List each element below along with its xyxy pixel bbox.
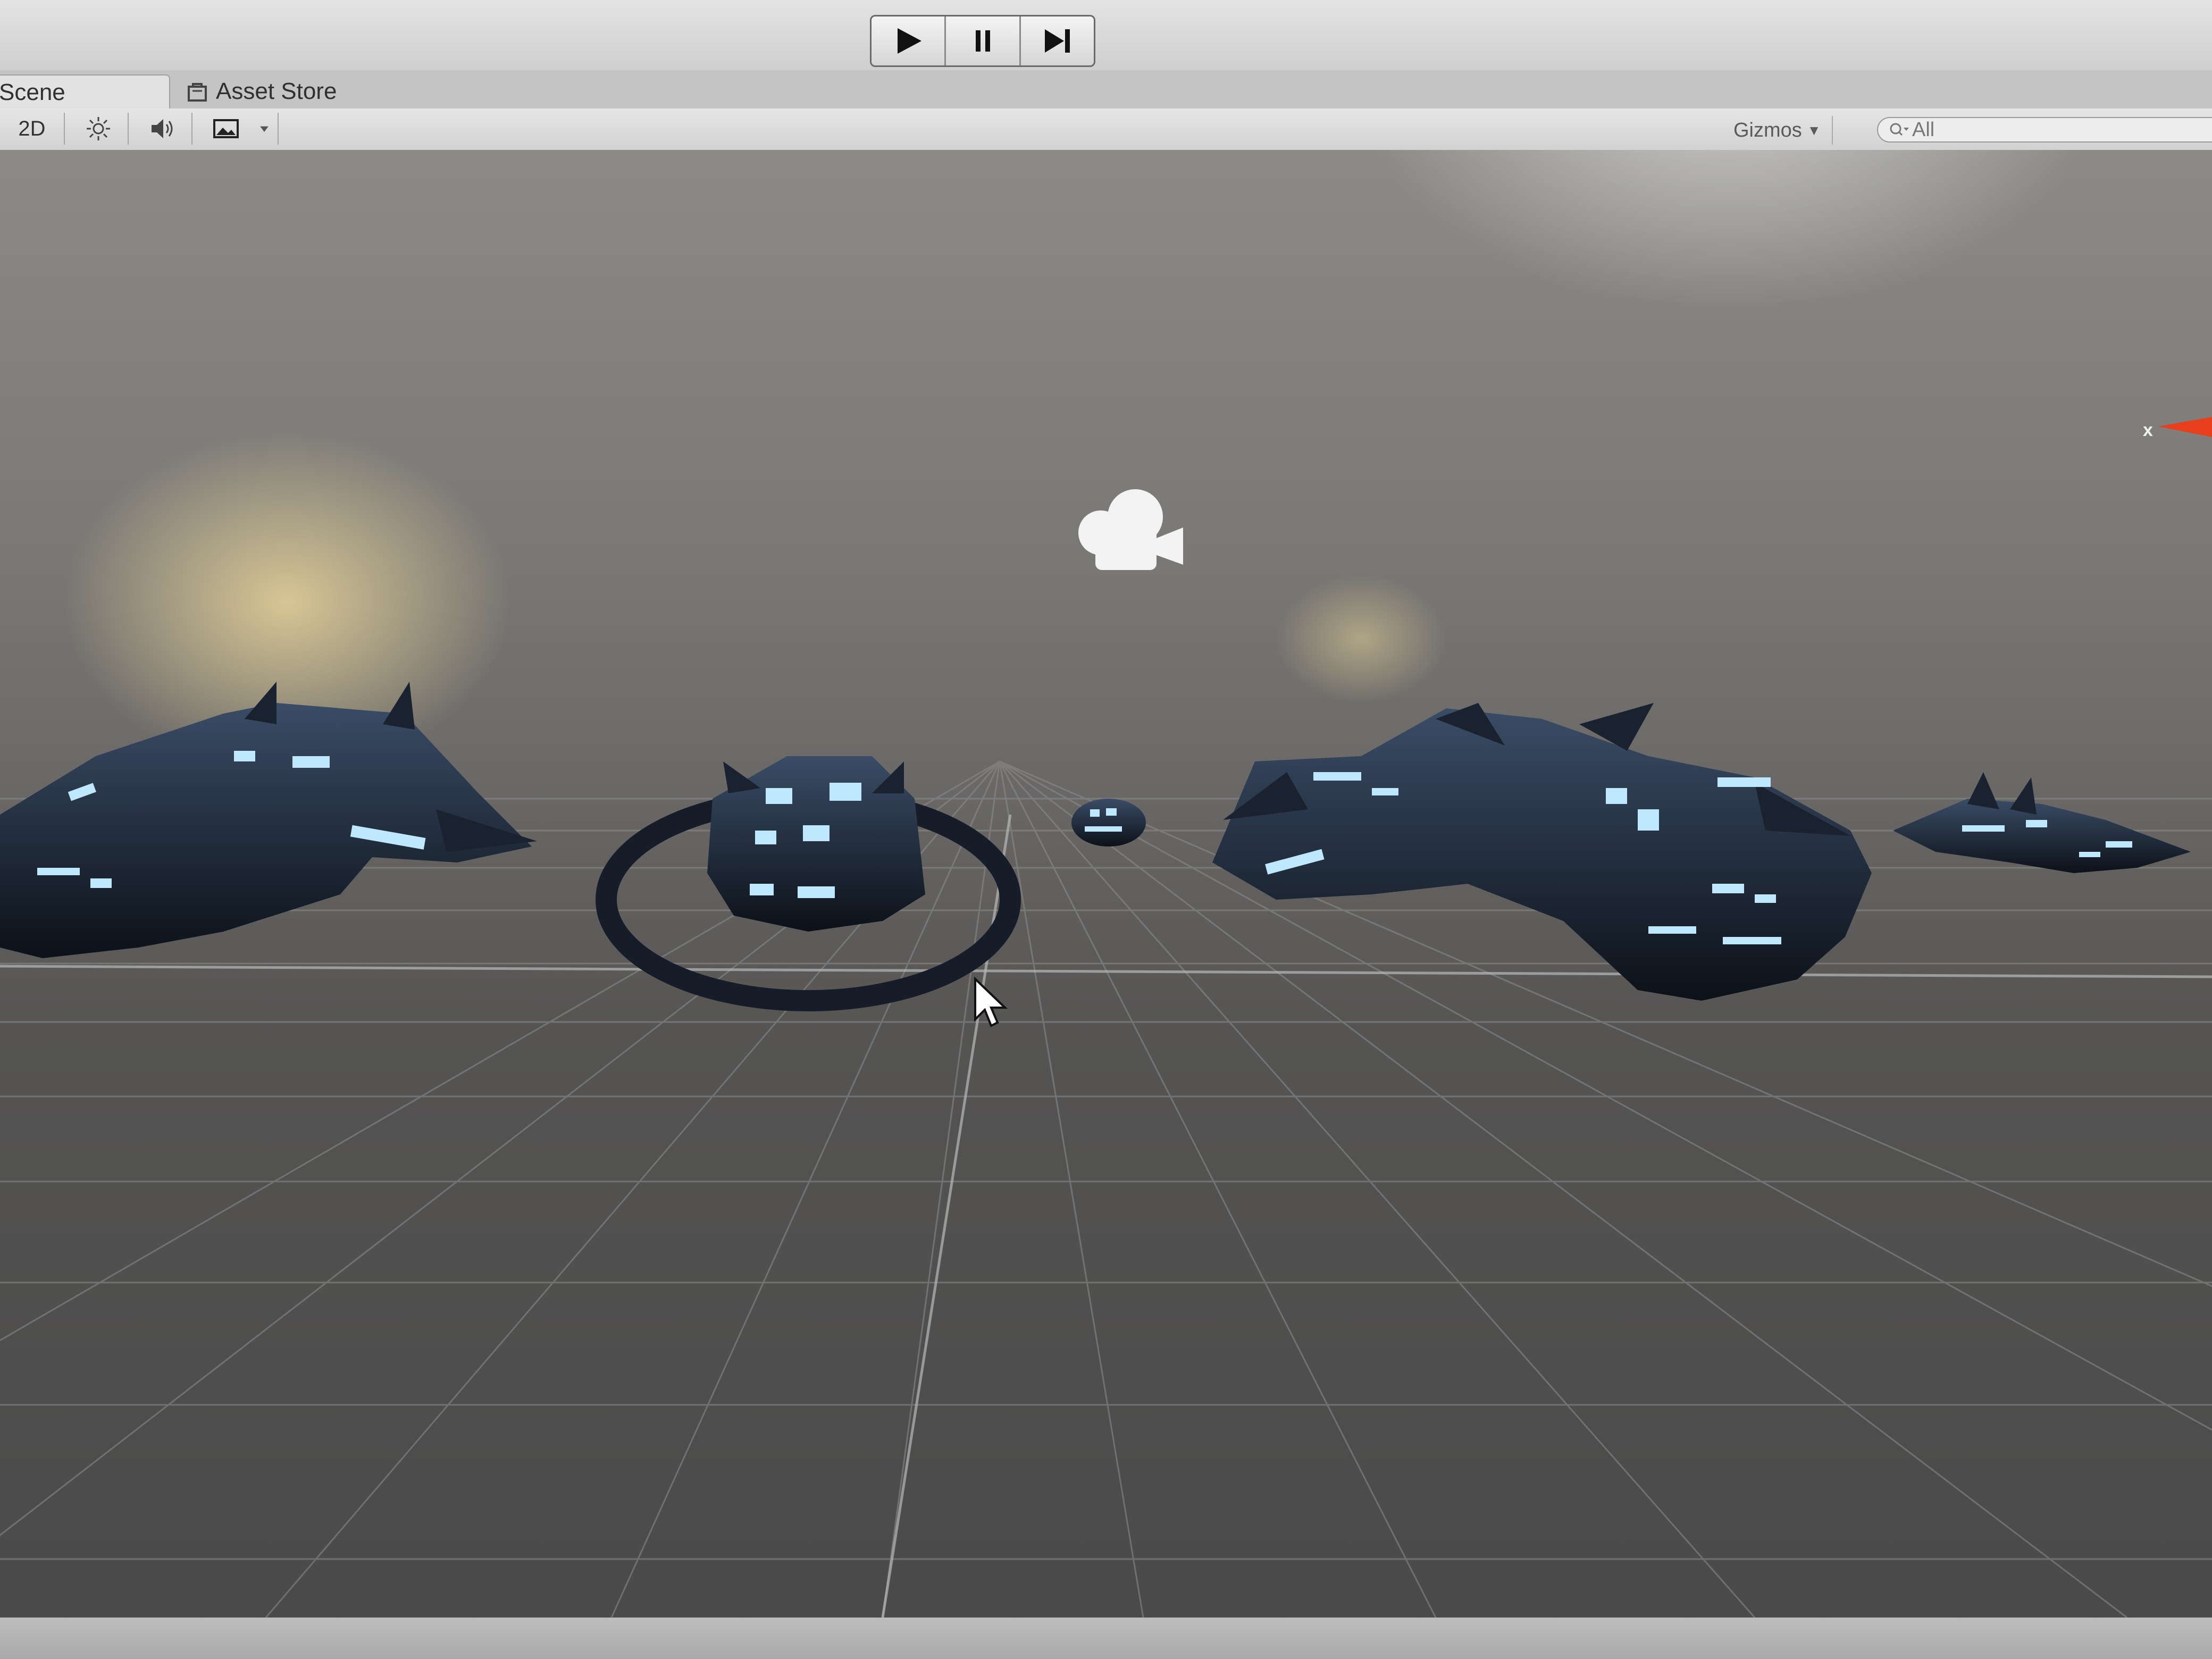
screen-glare — [1276, 575, 1446, 703]
orientation-gizmo[interactable]: x — [2143, 410, 2212, 474]
window-tabs: Scene Asset Store — [0, 70, 2212, 110]
gizmos-dropdown[interactable]: Gizmos ▼ — [1733, 116, 1833, 145]
pause-icon — [975, 30, 990, 52]
shopping-bag-icon — [188, 83, 207, 102]
bottom-bezel — [0, 1618, 2212, 1659]
tab-scene[interactable]: Scene — [0, 74, 170, 110]
spaceship-4[interactable] — [1212, 703, 1872, 1001]
chevron-down-icon — [260, 126, 269, 132]
speaker-icon — [152, 119, 173, 138]
2d-label: 2D — [18, 116, 46, 140]
scene-canvas — [0, 150, 2212, 1618]
chevron-down-icon: ▼ — [1807, 122, 1821, 138]
effects-toggle-button[interactable] — [197, 113, 255, 145]
x-axis-label: x — [2143, 420, 2153, 440]
search-icon — [1890, 123, 1909, 136]
search-input[interactable] — [1911, 118, 2126, 142]
grid-axis-line — [0, 965, 2212, 978]
2d-toggle-button[interactable]: 2D — [0, 113, 65, 145]
effects-dropdown-button[interactable] — [251, 113, 279, 145]
audio-toggle-button[interactable] — [133, 113, 192, 145]
scene-search-field[interactable] — [1877, 117, 2212, 143]
screen-glare — [1371, 150, 2085, 309]
image-icon — [213, 119, 239, 138]
tab-scene-label: Scene — [0, 79, 65, 105]
step-icon — [1045, 29, 1070, 53]
spaceship-5[interactable] — [1893, 772, 2191, 873]
gizmos-label: Gizmos — [1733, 119, 1802, 141]
camera-gizmo-icon[interactable] — [1078, 489, 1183, 570]
lighting-toggle-button[interactable] — [69, 113, 129, 145]
play-toolbar — [0, 0, 2212, 74]
step-button[interactable] — [1021, 16, 1094, 65]
play-icon — [897, 28, 921, 54]
spaceship-3[interactable] — [1071, 799, 1146, 847]
sun-icon — [87, 117, 110, 140]
tab-asset-store[interactable]: Asset Store — [175, 74, 409, 108]
mouse-cursor-icon — [974, 977, 1008, 1027]
scene-viewport[interactable]: x — [0, 150, 2212, 1618]
play-button[interactable] — [872, 16, 946, 65]
pause-button[interactable] — [946, 16, 1021, 65]
scene-toolbar: 2D Gizmos ▼ — [0, 108, 2212, 152]
tab-asset-store-label: Asset Store — [216, 78, 337, 104]
spaceship-1[interactable] — [0, 682, 537, 958]
x-axis-cone[interactable] — [2158, 417, 2212, 437]
play-controls — [870, 15, 1095, 67]
